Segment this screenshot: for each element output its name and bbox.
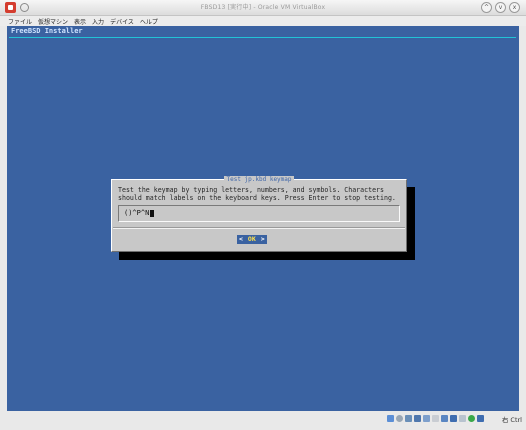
cd-icon[interactable] [396,415,403,422]
menu-file[interactable]: ファイル [8,17,32,26]
window-title: FBSD13 [実行中] - Oracle VM VirtualBox [200,4,326,11]
window-title-bar: FBSD13 [実行中] - Oracle VM VirtualBox ^ v … [0,0,526,16]
keymap-test-dialog: Test jp.kbd keymap Test the keymap by ty… [111,176,407,252]
menu-help[interactable]: ヘルプ [140,17,158,26]
ok-right-arrow: > [260,235,265,243]
menu-devices[interactable]: デバイス [110,17,134,26]
green-status-icon[interactable] [468,415,475,422]
status-tray [387,415,484,422]
hdd-icon[interactable] [387,415,394,422]
shared-folder-icon[interactable] [423,415,430,422]
network-icon[interactable] [405,415,412,422]
guest-screen[interactable]: FreeBSD Installer Test jp.kbd keymap Tes… [7,26,519,411]
dialog-title: Test jp.kbd keymap [112,176,406,183]
usb-icon[interactable] [414,415,421,422]
host-key-label: 右 Ctrl [501,416,522,424]
ok-button[interactable]: < OK > [237,235,267,244]
record-icon[interactable] [441,415,448,422]
status-bar: 右 Ctrl [0,411,526,430]
ok-left-arrow: < [239,235,243,243]
ok-label: OK [247,235,256,243]
menu-machine[interactable]: 仮想マシン [38,17,68,26]
display-icon[interactable] [432,415,439,422]
mouse-icon[interactable] [459,415,466,422]
button-divider [113,227,405,228]
close-button[interactable]: x [509,2,520,13]
installer-header-title: FreeBSD Installer [11,27,83,35]
arrow-icon[interactable] [477,415,484,422]
dialog-message: Test the keymap by typing letters, numbe… [118,186,396,202]
menu-bar: ファイル 仮想マシン 表示 入力 デバイス ヘルプ [0,16,526,26]
input-value: ()^P^N [124,209,150,217]
dialog-title-text: Test jp.kbd keymap [224,176,294,183]
minimize-button[interactable]: ^ [481,2,492,13]
maximize-button[interactable]: v [495,2,506,13]
header-divider [9,37,516,38]
input-text-wrapper: ()^P^N [124,209,155,217]
menu-input[interactable]: 入力 [92,17,104,26]
keymap-test-input[interactable]: ()^P^N [118,205,400,222]
text-cursor [150,209,155,217]
menu-view[interactable]: 表示 [74,17,86,26]
window-controls: ^ v x [481,2,520,13]
cpu-icon[interactable] [450,415,457,422]
